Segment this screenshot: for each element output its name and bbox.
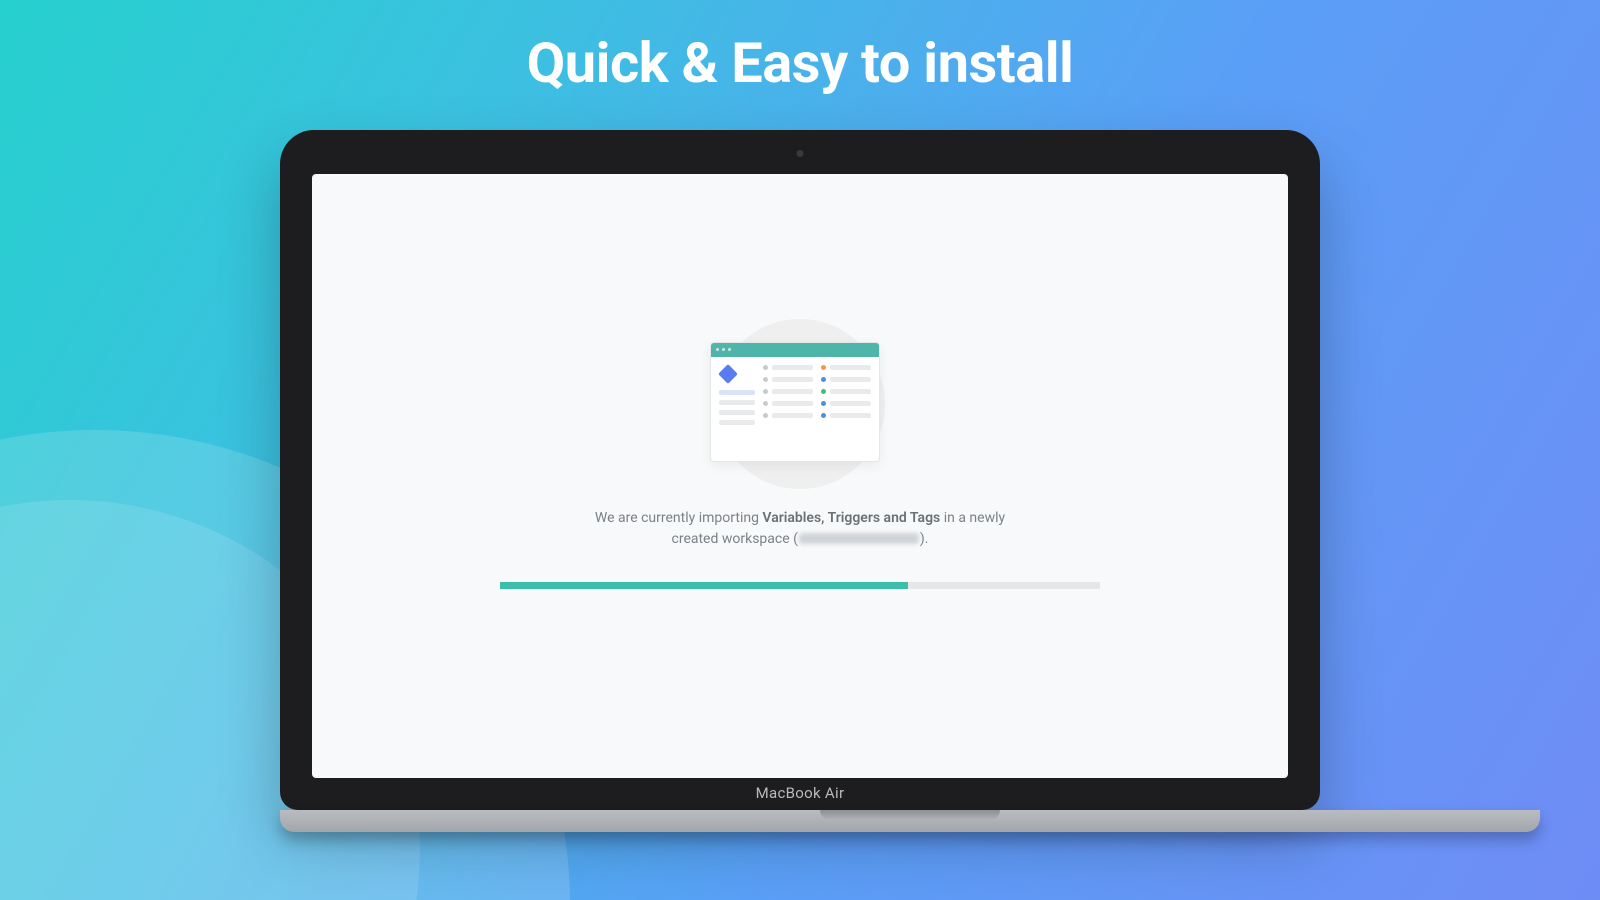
laptop-mockup: We are currently importing Variables, Tr… [280,130,1320,832]
import-progress-bar [500,582,1100,589]
import-illustration [710,324,890,484]
import-status-text: We are currently importing Variables, Tr… [570,508,1030,550]
import-progress-fill [500,582,908,589]
device-label: MacBook Air [280,784,1320,802]
workspace-name-redacted [799,533,919,544]
status-prefix: We are currently importing [595,510,763,526]
gtm-container-illustration [710,342,880,462]
camera-dot [797,150,804,157]
gtm-diamond-icon [718,364,738,384]
laptop-lid: We are currently importing Variables, Tr… [280,130,1320,810]
status-bold: Variables, Triggers and Tags [762,510,940,526]
promo-stage: Quick & Easy to install [0,0,1600,900]
import-panel: We are currently importing Variables, Tr… [500,324,1100,589]
illustration-titlebar [711,343,879,357]
laptop-base [280,810,1540,832]
app-screen: We are currently importing Variables, Tr… [312,174,1288,778]
headline: Quick & Easy to install [0,30,1600,96]
status-suffix: ). [920,531,929,547]
